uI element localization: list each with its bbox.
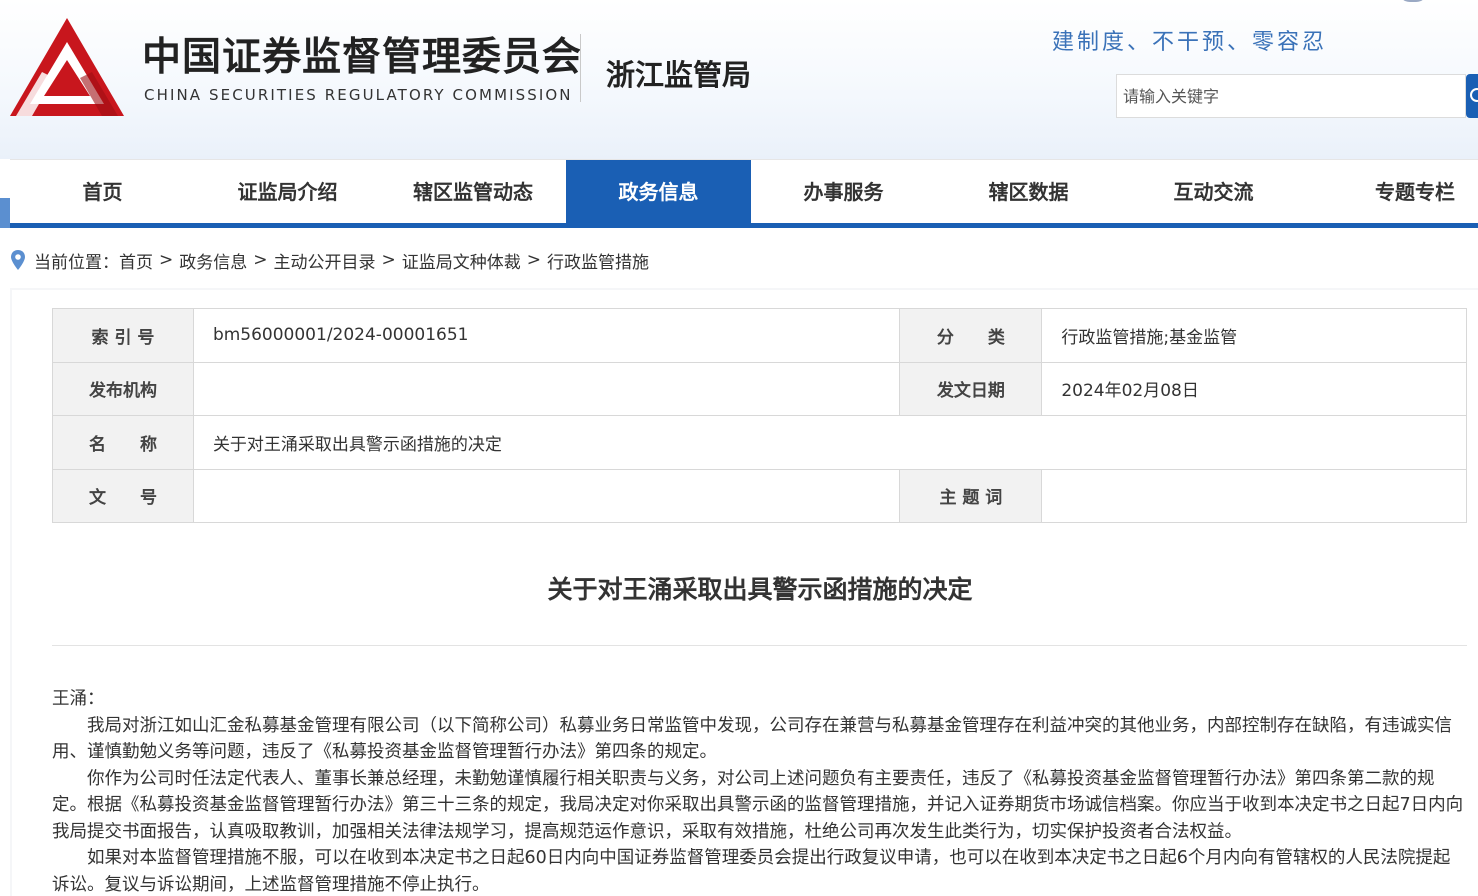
index-label: 索 引 号 xyxy=(52,308,194,363)
docno-label: 文 号 xyxy=(52,468,194,523)
salutation: 王涌： xyxy=(52,689,105,709)
table-row: 索 引 号 bm56000001/2024-00001651 分 类 行政监管措… xyxy=(52,308,1467,363)
nav-item-interaction[interactable]: 互动交流 xyxy=(1121,160,1306,224)
nav-item-services[interactable]: 办事服务 xyxy=(751,160,936,224)
nav-item-region-data[interactable]: 辖区数据 xyxy=(936,160,1121,224)
table-row: 名 称 关于对王涌采取出具警示函措施的决定 xyxy=(52,415,1468,470)
table-row: 发布机构 发文日期 2024年02月08日 xyxy=(52,361,1467,416)
nav-item-bureau-intro[interactable]: 证监局介绍 xyxy=(195,160,380,224)
index-value: bm56000001/2024-00001651 xyxy=(192,308,901,363)
article-paragraph: 我局对浙江如山汇金私募基金管理有限公司（以下简称公司）私募业务日常监管中发现，公… xyxy=(52,715,1452,763)
search-icon xyxy=(1470,88,1478,102)
article-paragraph: 你作为公司时任法定代表人、董事长兼总经理，未勤勉谨慎履行相关职责与义务，对公司上… xyxy=(52,768,1464,842)
breadcrumb-doc-types[interactable]: 证监局文种体裁 xyxy=(402,248,521,273)
breadcrumb-separator: > xyxy=(159,250,174,270)
main-nav: 首页 证监局介绍 辖区监管动态 政务信息 办事服务 辖区数据 互动交流 专题专栏 xyxy=(10,159,1478,224)
publisher-value xyxy=(192,361,901,416)
table-row: 文 号 主 题 词 xyxy=(52,468,1467,523)
breadcrumb: 当前位置： 首页 > 政务信息 > 主动公开目录 > 证监局文种体裁 > 行政监… xyxy=(10,246,649,274)
name-label: 名 称 xyxy=(52,415,194,470)
csrc-logo[interactable] xyxy=(8,16,126,118)
name-value: 关于对王涌采取出具警示函措施的决定 xyxy=(192,415,1468,470)
bureau-name: 浙江监管局 xyxy=(606,58,752,92)
category-label: 分 类 xyxy=(899,308,1043,363)
org-name-cn: 中国证券监督管理委员会 xyxy=(142,35,583,80)
keywords-value xyxy=(1041,468,1467,523)
breadcrumb-separator: > xyxy=(526,250,541,270)
publisher-label: 发布机构 xyxy=(52,361,194,416)
search-button[interactable] xyxy=(1466,74,1478,118)
breadcrumb-home[interactable]: 首页 xyxy=(119,248,153,273)
breadcrumb-separator: > xyxy=(253,250,268,270)
slogan: 建制度、不干预、零容忍 xyxy=(1052,30,1328,55)
breadcrumb-gov-info[interactable]: 政务信息 xyxy=(179,248,247,273)
article-paragraph: 如果对本监督管理措施不服，可以在收到本决定书之日起60日内向中国证券监督管理委员… xyxy=(52,848,1451,895)
search-box xyxy=(1116,74,1466,118)
nav-item-special-topics[interactable]: 专题专栏 xyxy=(1306,160,1478,224)
top-decoration xyxy=(1398,0,1428,2)
nav-underline xyxy=(10,223,1478,228)
date-value: 2024年02月08日 xyxy=(1041,361,1467,416)
left-accent-bar xyxy=(0,198,10,228)
site-header: 中国证券监督管理委员会 CHINA SECURITIES REGULATORY … xyxy=(0,0,1478,159)
breadcrumb-admin-measures[interactable]: 行政监管措施 xyxy=(547,248,649,273)
breadcrumb-public-catalog[interactable]: 主动公开目录 xyxy=(274,248,376,273)
header-divider xyxy=(580,34,581,102)
date-label: 发文日期 xyxy=(899,361,1043,416)
category-value: 行政监管措施;基金监管 xyxy=(1041,308,1467,363)
keywords-label: 主 题 词 xyxy=(899,468,1043,523)
search-input[interactable] xyxy=(1117,75,1465,117)
location-pin-icon xyxy=(11,250,25,270)
nav-item-regulatory-news[interactable]: 辖区监管动态 xyxy=(380,160,566,224)
article-title: 关于对王涌采取出具警示函措施的决定 xyxy=(547,575,973,604)
nav-item-gov-info[interactable]: 政务信息 xyxy=(566,160,751,224)
breadcrumb-separator: > xyxy=(381,250,396,270)
title-divider xyxy=(52,645,1467,646)
org-name-en: CHINA SECURITIES REGULATORY COMMISSION xyxy=(144,86,573,104)
nav-item-home[interactable]: 首页 xyxy=(10,160,195,224)
docno-value xyxy=(192,468,901,523)
breadcrumb-prefix: 当前位置： xyxy=(34,252,119,273)
document-info-table: 索 引 号 bm56000001/2024-00001651 分 类 行政监管措… xyxy=(52,308,1468,523)
article-body: 王涌： 我局对浙江如山汇金私募基金管理有限公司（以下简称公司）私募业务日常监管中… xyxy=(52,686,1467,896)
